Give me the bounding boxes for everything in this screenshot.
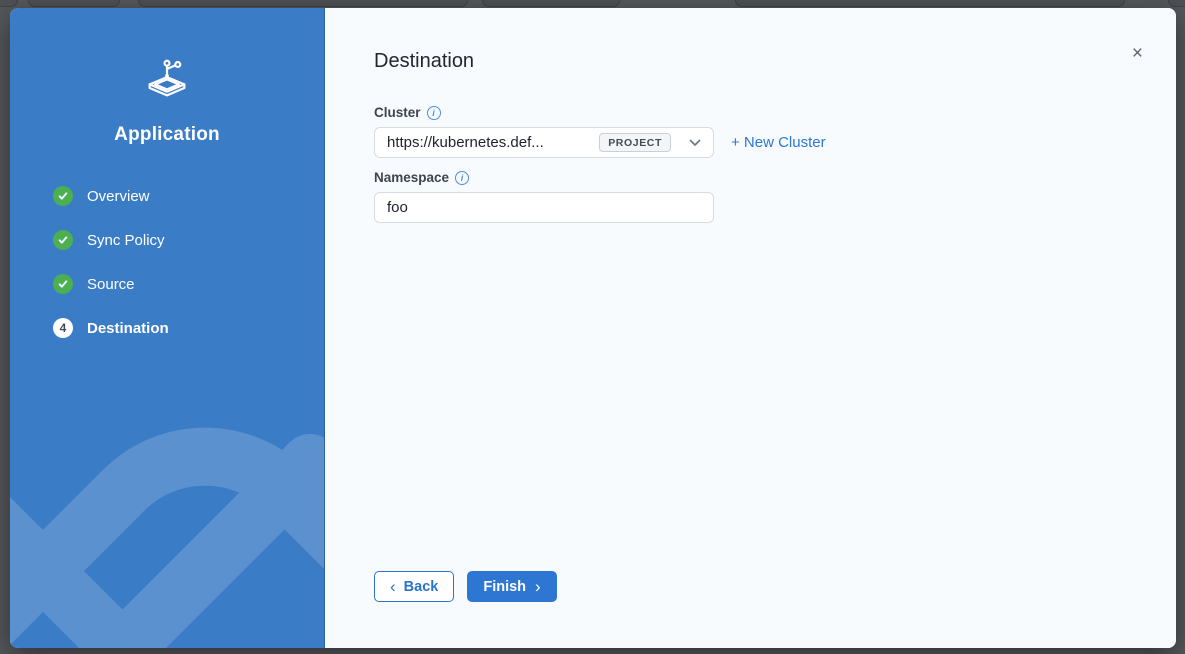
namespace-label: Namespace (374, 170, 449, 185)
info-icon[interactable]: i (427, 106, 441, 120)
back-button-label: Back (404, 579, 439, 595)
finish-button[interactable]: Finish › (467, 571, 556, 602)
ghost-tab (1168, 0, 1185, 7)
cluster-select-value: https://kubernetes.def... (387, 134, 599, 151)
wizard-sidebar: Application Overview Sync Policy Source (10, 8, 325, 648)
step-overview[interactable]: Overview (53, 186, 169, 206)
info-icon[interactable]: i (455, 171, 469, 185)
step-label: Destination (87, 320, 169, 337)
ghost-tab (482, 0, 620, 7)
finish-button-label: Finish (483, 579, 526, 595)
wizard-steps: Overview Sync Policy Source 4 Destinatio… (53, 186, 169, 362)
step-label: Sync Policy (87, 232, 165, 249)
new-cluster-link[interactable]: + New Cluster (731, 134, 826, 151)
destination-step-panel: × Destination Cluster i https://kubernet… (325, 8, 1176, 648)
ghost-tab (735, 0, 1125, 7)
namespace-label-row: Namespace i (374, 170, 1128, 185)
check-icon (53, 186, 73, 206)
cluster-select[interactable]: https://kubernetes.def... PROJECT (374, 127, 714, 158)
project-badge: PROJECT (599, 133, 671, 152)
ghost-tab (0, 0, 18, 7)
step-label: Overview (87, 188, 150, 205)
check-icon (53, 230, 73, 250)
application-logo-icon (10, 57, 324, 99)
step-destination[interactable]: 4 Destination (53, 318, 169, 338)
cluster-label: Cluster (374, 105, 421, 120)
chevron-right-icon: › (535, 578, 541, 595)
namespace-input[interactable] (374, 192, 714, 223)
application-wizard-modal: Application Overview Sync Policy Source (10, 8, 1176, 648)
back-button[interactable]: ‹ Back (374, 571, 454, 602)
close-icon[interactable]: × (1132, 44, 1143, 63)
ghost-tab (138, 0, 468, 7)
chevron-left-icon: ‹ (390, 578, 396, 595)
cluster-row: https://kubernetes.def... PROJECT + New … (374, 127, 1128, 158)
chevron-down-icon (689, 139, 701, 147)
page-title: Destination (374, 50, 1128, 73)
wizard-nav-buttons: ‹ Back Finish › (374, 571, 557, 602)
step-source[interactable]: Source (53, 274, 169, 294)
ghost-tab (28, 0, 120, 7)
step-number-badge: 4 (53, 318, 73, 338)
sidebar-title: Application (10, 124, 324, 146)
cluster-label-row: Cluster i (374, 105, 1128, 120)
check-icon (53, 274, 73, 294)
step-label: Source (87, 276, 135, 293)
step-sync-policy[interactable]: Sync Policy (53, 230, 169, 250)
